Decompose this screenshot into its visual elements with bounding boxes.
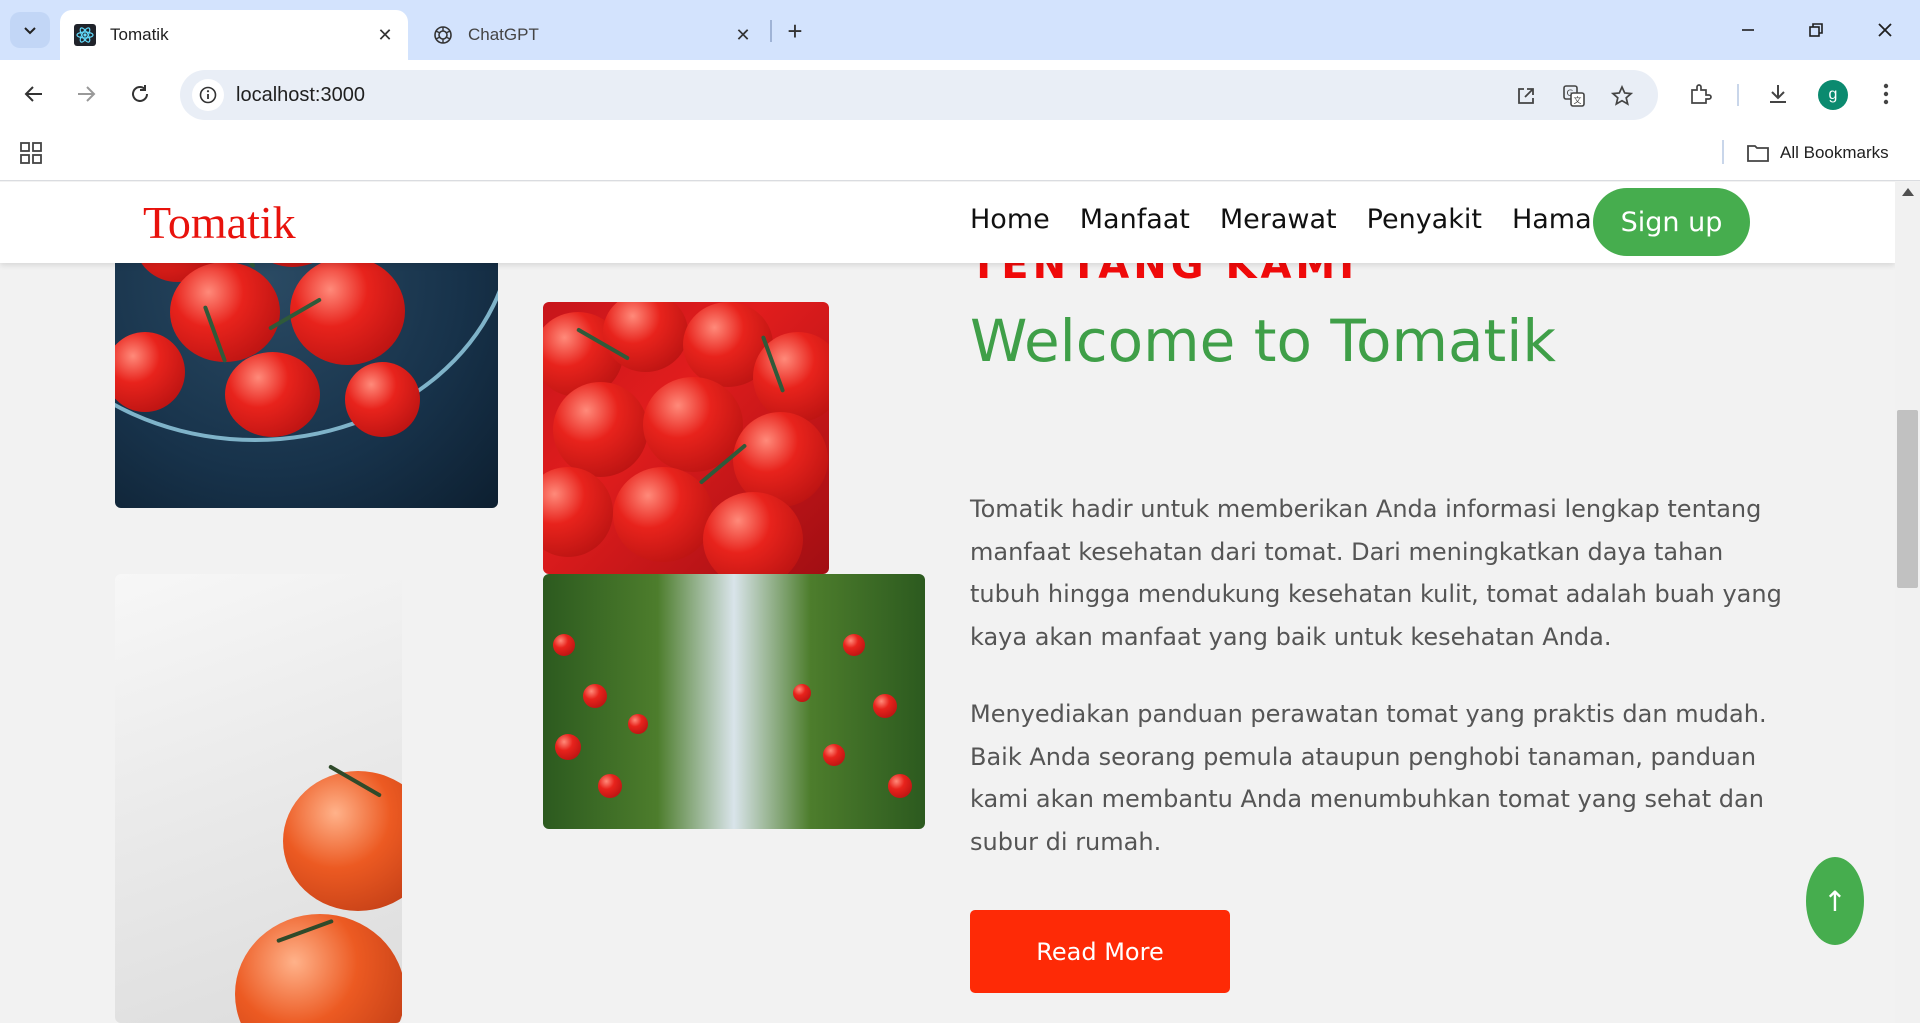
more-vertical-icon: [1883, 83, 1889, 105]
tab-title: ChatGPT: [468, 25, 539, 44]
tomato-greenhouse-photo: [543, 574, 925, 829]
nav-link-penyakit[interactable]: Penyakit: [1367, 204, 1482, 235]
signup-button[interactable]: Sign up: [1593, 188, 1750, 256]
minimize-icon: [1742, 29, 1754, 31]
open-in-window-icon[interactable]: [1510, 80, 1542, 112]
arrow-right-icon: [78, 86, 96, 102]
reload-button[interactable]: [120, 74, 160, 114]
menu-button[interactable]: [1866, 74, 1906, 114]
chevron-down-icon: [24, 27, 36, 35]
close-icon[interactable]: ✕: [728, 20, 758, 50]
reload-icon: [132, 85, 148, 102]
site-navbar: Tomatik Home Manfaat Merawat Penyakit Ha…: [0, 182, 1895, 263]
scroll-to-top-button[interactable]: ↑: [1806, 857, 1864, 945]
openai-icon: [432, 24, 454, 46]
download-icon: [1770, 85, 1786, 103]
profile-avatar[interactable]: g: [1818, 80, 1848, 110]
back-button[interactable]: [14, 74, 54, 114]
restore-icon: [1809, 23, 1823, 37]
tomatoes-on-cloth-photo: [115, 574, 402, 1023]
downloads-button[interactable]: [1758, 74, 1798, 114]
site-nav-links: Home Manfaat Merawat Penyakit Hama: [970, 204, 1592, 235]
about-paragraph-2: Menyediakan panduan perawatan tomat yang…: [970, 700, 1767, 856]
bookmarks-bar: All Bookmarks: [0, 128, 1920, 181]
page-scrollbar[interactable]: [1895, 182, 1920, 1023]
url-text[interactable]: localhost:3000: [236, 84, 365, 107]
read-more-button[interactable]: Read More: [970, 910, 1230, 993]
site-info-icon[interactable]: [192, 79, 224, 111]
tab-title: Tomatik: [110, 25, 169, 44]
restore-button[interactable]: [1791, 10, 1841, 50]
close-icon[interactable]: ✕: [370, 20, 400, 50]
bookmarks-divider: [1722, 140, 1724, 164]
tab-divider: [770, 20, 772, 42]
section-headline: Welcome to Tomatik: [970, 307, 1556, 375]
close-icon: [1878, 23, 1892, 37]
window-close-button[interactable]: [1860, 10, 1910, 50]
folder-icon: [1747, 145, 1769, 162]
browser-toolbar: localhost:3000 G文 g: [0, 60, 1920, 128]
cherry-tomatoes-photo: [543, 302, 829, 574]
star-icon[interactable]: [1606, 80, 1638, 112]
arrow-left-icon: [24, 86, 42, 102]
new-tab-button[interactable]: +: [778, 14, 812, 48]
extensions-button[interactable]: [1680, 74, 1720, 114]
tab-chatgpt[interactable]: ChatGPT ✕: [418, 10, 766, 60]
svg-text:文: 文: [1574, 95, 1582, 105]
translate-icon[interactable]: G文: [1558, 80, 1590, 112]
all-bookmarks-button[interactable]: All Bookmarks: [1746, 138, 1889, 168]
puzzle-icon: [1691, 84, 1712, 104]
nav-link-home[interactable]: Home: [970, 204, 1050, 235]
tab-tomatik[interactable]: Tomatik ✕: [60, 10, 408, 60]
forward-button[interactable]: [66, 74, 106, 114]
nav-link-manfaat[interactable]: Manfaat: [1080, 204, 1190, 235]
site-logo[interactable]: Tomatik: [143, 196, 296, 249]
nav-link-merawat[interactable]: Merawat: [1220, 204, 1337, 235]
nav-link-hama[interactable]: Hama: [1512, 204, 1592, 235]
scroll-up-arrow-icon[interactable]: [1902, 188, 1914, 196]
about-paragraph-1: Tomatik hadir untuk memberikan Anda info…: [970, 495, 1782, 651]
apps-grid-icon[interactable]: [18, 140, 44, 166]
page-viewport: TENTANG KAMI Welcome to Tomatik Tomatik …: [0, 182, 1895, 1023]
tab-search-button[interactable]: [10, 12, 50, 48]
address-bar[interactable]: localhost:3000 G文: [180, 70, 1658, 120]
toolbar-divider: [1737, 84, 1739, 106]
scrollbar-thumb[interactable]: [1897, 410, 1918, 588]
all-bookmarks-label: All Bookmarks: [1780, 143, 1889, 162]
tab-strip: Tomatik ✕ ChatGPT ✕ +: [0, 0, 1920, 60]
react-icon: [74, 24, 96, 46]
minimize-button[interactable]: [1723, 10, 1773, 50]
